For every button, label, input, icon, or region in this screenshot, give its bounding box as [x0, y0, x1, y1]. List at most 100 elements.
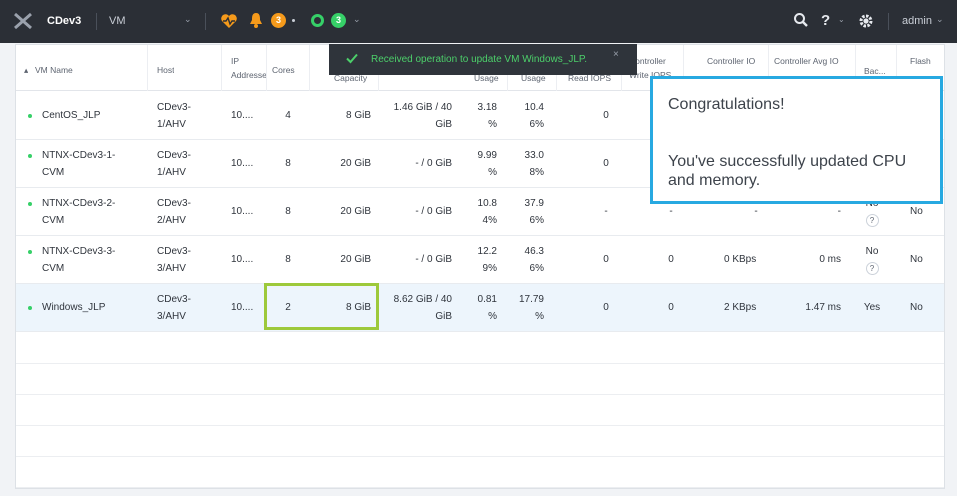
top-nav-bar: CDev3 VM ⌄ 3 3 ⌄ ? ⌄ admin ⌄: [0, 0, 957, 43]
read-iops: 0: [603, 254, 609, 265]
host: CDev3-1/AHV: [157, 150, 191, 178]
status-dot: [28, 202, 32, 206]
avg-io-latency: 0 ms: [819, 254, 841, 265]
cpu-usage: 0.81 %: [477, 294, 497, 322]
nav-divider: [205, 13, 206, 30]
chevron-down-icon[interactable]: ⌄: [184, 14, 192, 25]
flash-mode: No: [910, 206, 923, 217]
host: CDev3-1/AHV: [157, 102, 191, 130]
search-icon[interactable]: [793, 12, 809, 28]
cores: 8: [285, 158, 291, 169]
cores: 8: [285, 206, 291, 217]
empty-row: [16, 364, 944, 395]
chevron-down-icon[interactable]: ⌄: [353, 14, 361, 25]
write-iops: 0: [668, 254, 674, 265]
cores: 8: [285, 254, 291, 265]
status-dot: [28, 114, 32, 118]
nutanix-logo-icon[interactable]: [12, 11, 34, 31]
checkmark-icon: [346, 53, 358, 64]
chevron-down-icon[interactable]: ⌄: [838, 15, 845, 24]
close-icon[interactable]: ×: [613, 49, 619, 60]
io-bandwidth: 2 KBps: [724, 302, 757, 313]
status-dot: [28, 250, 32, 254]
column-header-flash[interactable]: Flash: [910, 54, 931, 68]
memory-capacity: 8 GiB: [345, 110, 371, 121]
table-row-selected[interactable]: Windows_JLP CDev3-3/AHV 10.... 2 8 GiB 8…: [16, 284, 944, 332]
memory-capacity: 20 GiB: [340, 254, 371, 265]
column-header-ip[interactable]: IP Addresses: [231, 54, 267, 84]
empty-row: [16, 457, 944, 488]
memory-capacity: 20 GiB: [340, 158, 371, 169]
updated-values-highlight: [264, 283, 379, 330]
callout-body: You've successfully updated CPU and memo…: [668, 153, 907, 189]
cpu-usage: 12.2 9%: [477, 246, 497, 274]
disk-usage: - / 0 GiB: [415, 158, 452, 169]
cores: 4: [285, 110, 291, 121]
nav-divider: [888, 13, 889, 30]
host: CDev3-3/AHV: [157, 246, 191, 274]
vm-name[interactable]: NTNX-CDev3-3-CVM: [42, 243, 132, 277]
empty-row: [16, 426, 944, 457]
ip-address: 10....: [231, 302, 254, 313]
ip-address: 10....: [231, 254, 254, 265]
vm-name[interactable]: Windows_JLP: [42, 299, 105, 316]
help-icon[interactable]: ?: [821, 12, 830, 29]
vm-name[interactable]: CentOS_JLP: [42, 107, 100, 124]
empty-row: [16, 395, 944, 426]
read-iops: 0: [603, 302, 609, 313]
cpu-usage: 3.18 %: [477, 102, 497, 130]
help-icon[interactable]: ?: [865, 262, 879, 275]
read-iops: -: [604, 206, 608, 217]
host: CDev3-3/AHV: [157, 294, 191, 322]
backup: Yes: [863, 302, 881, 313]
column-header-io-bandwidth[interactable]: Controller IO: [707, 54, 755, 68]
read-iops: 0: [603, 110, 609, 121]
memory-usage: 37.9 6%: [524, 198, 544, 226]
io-bandwidth: 0 KBps: [724, 254, 757, 265]
nav-divider: [96, 13, 97, 30]
disk-usage: - / 0 GiB: [415, 254, 452, 265]
table-row[interactable]: NTNX-CDev3-3-CVM CDev3-3/AHV 10.... 8 20…: [16, 236, 944, 284]
gear-icon[interactable]: [858, 13, 874, 29]
cluster-name[interactable]: CDev3: [47, 15, 81, 27]
ip-address: 10....: [231, 206, 254, 217]
separator-dot: [292, 19, 295, 22]
entity-selector[interactable]: VM: [109, 15, 126, 27]
tasks-ring-icon[interactable]: [311, 14, 324, 27]
column-header-cores[interactable]: Cores: [272, 63, 295, 77]
ip-address: 10....: [231, 110, 254, 121]
vm-name[interactable]: NTNX-CDev3-1-CVM: [42, 147, 132, 181]
flash-mode: No: [910, 254, 923, 265]
memory-capacity: 20 GiB: [340, 206, 371, 217]
congratulations-callout: Congratulations! You've successfully upd…: [650, 76, 943, 204]
column-header-host[interactable]: Host: [157, 63, 174, 77]
io-bandwidth: -: [754, 206, 758, 217]
sort-asc-icon[interactable]: ▴: [24, 63, 28, 77]
write-iops: 0: [668, 302, 674, 313]
user-menu[interactable]: admin: [902, 15, 932, 27]
disk-usage: 1.46 GiB / 40 GiB: [393, 102, 452, 130]
avg-io-latency: -: [837, 206, 841, 217]
alerts-bell-icon[interactable]: [249, 11, 263, 29]
write-iops: -: [669, 206, 673, 217]
status-dot: [28, 154, 32, 158]
vm-name[interactable]: NTNX-CDev3-2-CVM: [42, 195, 132, 229]
success-toast: Received operation to update VM Windows_…: [329, 44, 637, 75]
host: CDev3-2/AHV: [157, 198, 191, 226]
health-heart-icon[interactable]: [220, 12, 238, 30]
status-dot: [28, 306, 32, 310]
cpu-usage: 10.8 4%: [477, 198, 497, 226]
callout-title: Congratulations!: [668, 96, 785, 113]
toast-message: Received operation to update VM Windows_…: [371, 54, 588, 65]
column-header-vm-name[interactable]: VM Name: [35, 63, 73, 77]
memory-usage: 10.4 6%: [524, 102, 544, 130]
flash-mode: No: [910, 302, 923, 313]
chevron-down-icon[interactable]: ⌄: [936, 14, 944, 25]
column-header-avg-io-latency[interactable]: Controller Avg IO: [774, 54, 839, 68]
task-count-badge[interactable]: 3: [331, 13, 346, 28]
cpu-usage: 9.99 %: [477, 150, 497, 178]
help-icon[interactable]: ?: [865, 214, 879, 227]
alert-count-badge[interactable]: 3: [271, 13, 286, 28]
memory-usage: 33.0 8%: [524, 150, 544, 178]
disk-usage: 8.62 GiB / 40 GiB: [393, 294, 452, 322]
